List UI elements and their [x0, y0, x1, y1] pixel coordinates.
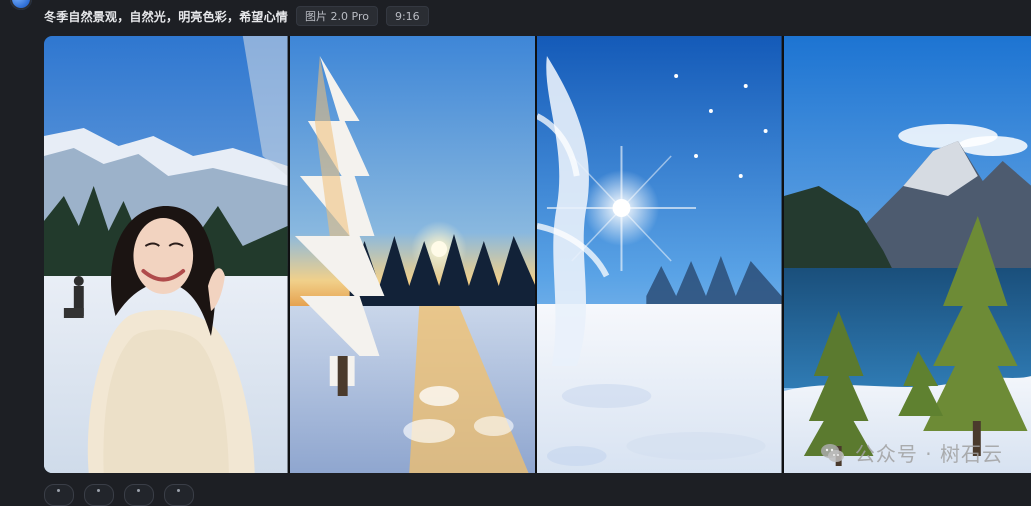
snow-sunset-illustration [289, 36, 536, 473]
frost-sunburst-illustration [537, 36, 782, 473]
alpine-lake-illustration [783, 36, 1031, 473]
generation-header: 冬季自然景观，自然光，明亮色彩，希望心情 图片 2.0 Pro 9:16 [44, 6, 429, 26]
prompt-text: 冬季自然景观，自然光，明亮色彩，希望心情 [44, 9, 289, 24]
user-avatar [10, 0, 32, 10]
toolbar-button[interactable] [44, 484, 74, 506]
aspect-ratio-tag[interactable]: 9:16 [385, 6, 429, 26]
toolbar-button[interactable] [124, 484, 154, 506]
image-gallery: 公众号 · 树石云 [44, 36, 1031, 473]
toolbar-button[interactable] [164, 484, 194, 506]
image-2-snow-sunset[interactable] [289, 36, 536, 473]
image-toolbar [44, 484, 194, 506]
toolbar-button[interactable] [84, 484, 114, 506]
watermark-text: 公众号 · 树石云 [854, 442, 1003, 466]
watermark: 公众号 · 树石云 [819, 438, 1003, 467]
model-tag[interactable]: 图片 2.0 Pro [296, 6, 378, 26]
wechat-logo-icon [820, 443, 844, 462]
image-4-alpine-lake[interactable] [783, 36, 1031, 473]
image-1-winter-portrait[interactable] [44, 36, 288, 473]
winter-portrait-illustration [44, 36, 288, 473]
image-3-frost-sunburst[interactable] [537, 36, 782, 473]
